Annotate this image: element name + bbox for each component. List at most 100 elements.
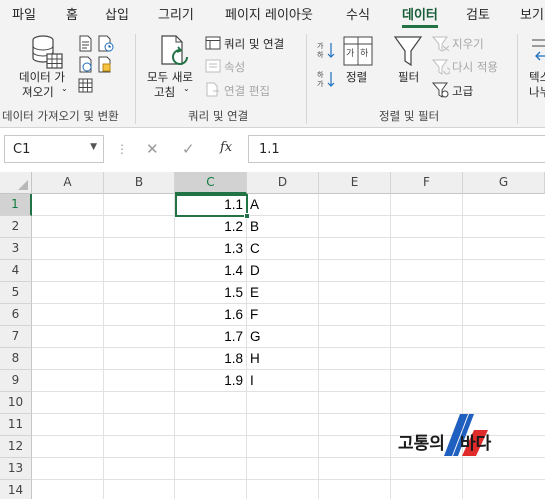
sort-descending-icon[interactable]: 하 가 bbox=[316, 69, 336, 89]
row-header-3[interactable]: 3 bbox=[0, 238, 32, 260]
get-data-label-2[interactable]: 져오기 bbox=[22, 84, 54, 100]
column-header-a[interactable]: A bbox=[32, 172, 104, 194]
tab-file[interactable]: 파일 bbox=[12, 4, 36, 23]
row-gridline bbox=[32, 215, 545, 216]
row-header-12[interactable]: 12 bbox=[0, 436, 32, 458]
cell-c4[interactable]: 1.4 bbox=[175, 260, 243, 282]
cell-d2[interactable]: B bbox=[250, 216, 259, 238]
logo-text-1: 고통의 bbox=[398, 434, 445, 454]
row-header-9[interactable]: 9 bbox=[0, 370, 32, 392]
cancel-icon[interactable]: ✕ bbox=[146, 140, 159, 158]
tab-insert[interactable]: 삽입 bbox=[105, 4, 129, 23]
row-header-6[interactable]: 6 bbox=[0, 304, 32, 326]
tab-review[interactable]: 검토 bbox=[466, 4, 490, 23]
refresh-all-label-2[interactable]: 고침 bbox=[154, 84, 175, 100]
row-header-4[interactable]: 4 bbox=[0, 260, 32, 282]
queries-connections-label[interactable]: 쿼리 및 연결 bbox=[224, 36, 284, 52]
advanced-filter-icon[interactable] bbox=[432, 82, 450, 98]
enter-checkmark-icon[interactable]: ✓ bbox=[182, 140, 195, 158]
caret-down-icon[interactable]: ▼ bbox=[90, 142, 97, 152]
chevron-down-icon[interactable]: ⌄ bbox=[61, 84, 68, 93]
cell-d5[interactable]: E bbox=[250, 282, 259, 304]
from-table-icon[interactable] bbox=[78, 78, 93, 93]
sort-label[interactable]: 정렬 bbox=[346, 69, 367, 85]
text-to-columns-icon[interactable] bbox=[528, 38, 545, 64]
text-to-columns-label-1[interactable]: 텍스 bbox=[529, 69, 545, 85]
properties-label: 속성 bbox=[224, 60, 246, 74]
row-header-10[interactable]: 10 bbox=[0, 392, 32, 414]
svg-text:가: 가 bbox=[317, 79, 324, 88]
cell-c9[interactable]: 1.9 bbox=[175, 370, 243, 392]
edit-links-icon bbox=[206, 82, 219, 97]
get-data-label-1[interactable]: 데이터 가 bbox=[19, 69, 65, 85]
ribbon-tab-bar: 파일 홈 삽입 그리기 페이지 레이아웃 수식 데이터 검토 보기 bbox=[0, 0, 545, 28]
cell-d8[interactable]: H bbox=[250, 348, 260, 370]
more-options-icon: ⋮ bbox=[116, 142, 128, 156]
column-header-b[interactable]: B bbox=[104, 172, 175, 194]
existing-connections-icon[interactable] bbox=[97, 56, 112, 73]
cell-c3[interactable]: 1.3 bbox=[175, 238, 243, 260]
tab-page-layout[interactable]: 페이지 레이아웃 bbox=[225, 4, 313, 23]
column-header-d[interactable]: D bbox=[247, 172, 319, 194]
chevron-down-icon[interactable]: ⌄ bbox=[183, 84, 190, 93]
row-header-8[interactable]: 8 bbox=[0, 348, 32, 370]
formula-input[interactable]: 1.1 bbox=[248, 135, 545, 163]
row-gridline bbox=[32, 259, 545, 260]
from-text-csv-icon[interactable] bbox=[78, 35, 93, 52]
fill-handle[interactable] bbox=[244, 213, 250, 219]
cell-d6[interactable]: F bbox=[250, 304, 258, 326]
watermark-logo: 고통의 바다 bbox=[398, 410, 502, 460]
text-to-columns-label-2[interactable]: 나누 bbox=[529, 84, 545, 100]
cell-c5[interactable]: 1.5 bbox=[175, 282, 243, 304]
filter-icon[interactable] bbox=[393, 35, 423, 69]
sort-dialog-icon[interactable]: 가 하 bbox=[343, 36, 373, 66]
row-gridline bbox=[32, 281, 545, 282]
column-gridline bbox=[390, 194, 391, 499]
formula-value[interactable]: 1.1 bbox=[259, 142, 280, 157]
row-header-13[interactable]: 13 bbox=[0, 458, 32, 480]
tab-draw[interactable]: 그리기 bbox=[158, 4, 194, 23]
queries-connections-icon[interactable] bbox=[205, 36, 221, 50]
cell-d7[interactable]: G bbox=[250, 326, 261, 348]
advanced-filter-label[interactable]: 고급 bbox=[452, 83, 473, 99]
column-header-f[interactable]: F bbox=[391, 172, 463, 194]
svg-text:하: 하 bbox=[317, 50, 324, 59]
sort-ascending-icon[interactable]: 가 하 bbox=[316, 40, 336, 60]
recent-sources-icon[interactable] bbox=[97, 35, 114, 52]
group-label-sort-filter: 정렬 및 필터 bbox=[379, 109, 440, 123]
name-box-value[interactable]: C1 bbox=[13, 142, 30, 157]
column-header-g[interactable]: G bbox=[463, 172, 545, 194]
filter-label[interactable]: 필터 bbox=[398, 69, 419, 85]
from-web-icon[interactable] bbox=[78, 56, 93, 73]
column-header-c[interactable]: C bbox=[175, 172, 247, 194]
column-gridline bbox=[103, 194, 104, 499]
cell-d3[interactable]: C bbox=[250, 238, 260, 260]
tab-home[interactable]: 홈 bbox=[66, 4, 78, 23]
cell-d9[interactable]: I bbox=[250, 370, 254, 392]
row-header-2[interactable]: 2 bbox=[0, 216, 32, 238]
refresh-all-label-1[interactable]: 모두 새로 bbox=[147, 69, 193, 85]
reapply-filter-icon bbox=[432, 59, 450, 75]
tab-data[interactable]: 데이터 bbox=[402, 4, 438, 23]
cell-d1[interactable]: A bbox=[250, 194, 259, 216]
cell-c8[interactable]: 1.8 bbox=[175, 348, 243, 370]
cell-c6[interactable]: 1.6 bbox=[175, 304, 243, 326]
column-header-e[interactable]: E bbox=[319, 172, 391, 194]
tab-formulas[interactable]: 수식 bbox=[346, 4, 370, 23]
row-header-11[interactable]: 11 bbox=[0, 414, 32, 436]
svg-text:가: 가 bbox=[317, 41, 324, 50]
refresh-all-icon[interactable] bbox=[158, 34, 190, 68]
cell-c2[interactable]: 1.2 bbox=[175, 216, 243, 238]
row-header-14[interactable]: 14 bbox=[0, 480, 32, 499]
row-header-7[interactable]: 7 bbox=[0, 326, 32, 348]
database-icon[interactable] bbox=[30, 34, 64, 70]
insert-function-icon[interactable]: fx bbox=[220, 140, 232, 155]
cell-c7[interactable]: 1.7 bbox=[175, 326, 243, 348]
cell-d4[interactable]: D bbox=[250, 260, 260, 282]
row-header-1[interactable]: 1 bbox=[0, 194, 32, 216]
row-header-5[interactable]: 5 bbox=[0, 282, 32, 304]
name-box[interactable]: C1 ▼ bbox=[4, 135, 104, 163]
tab-view[interactable]: 보기 bbox=[520, 4, 544, 23]
clear-filter-icon bbox=[432, 36, 450, 52]
select-all-button[interactable] bbox=[0, 172, 32, 194]
